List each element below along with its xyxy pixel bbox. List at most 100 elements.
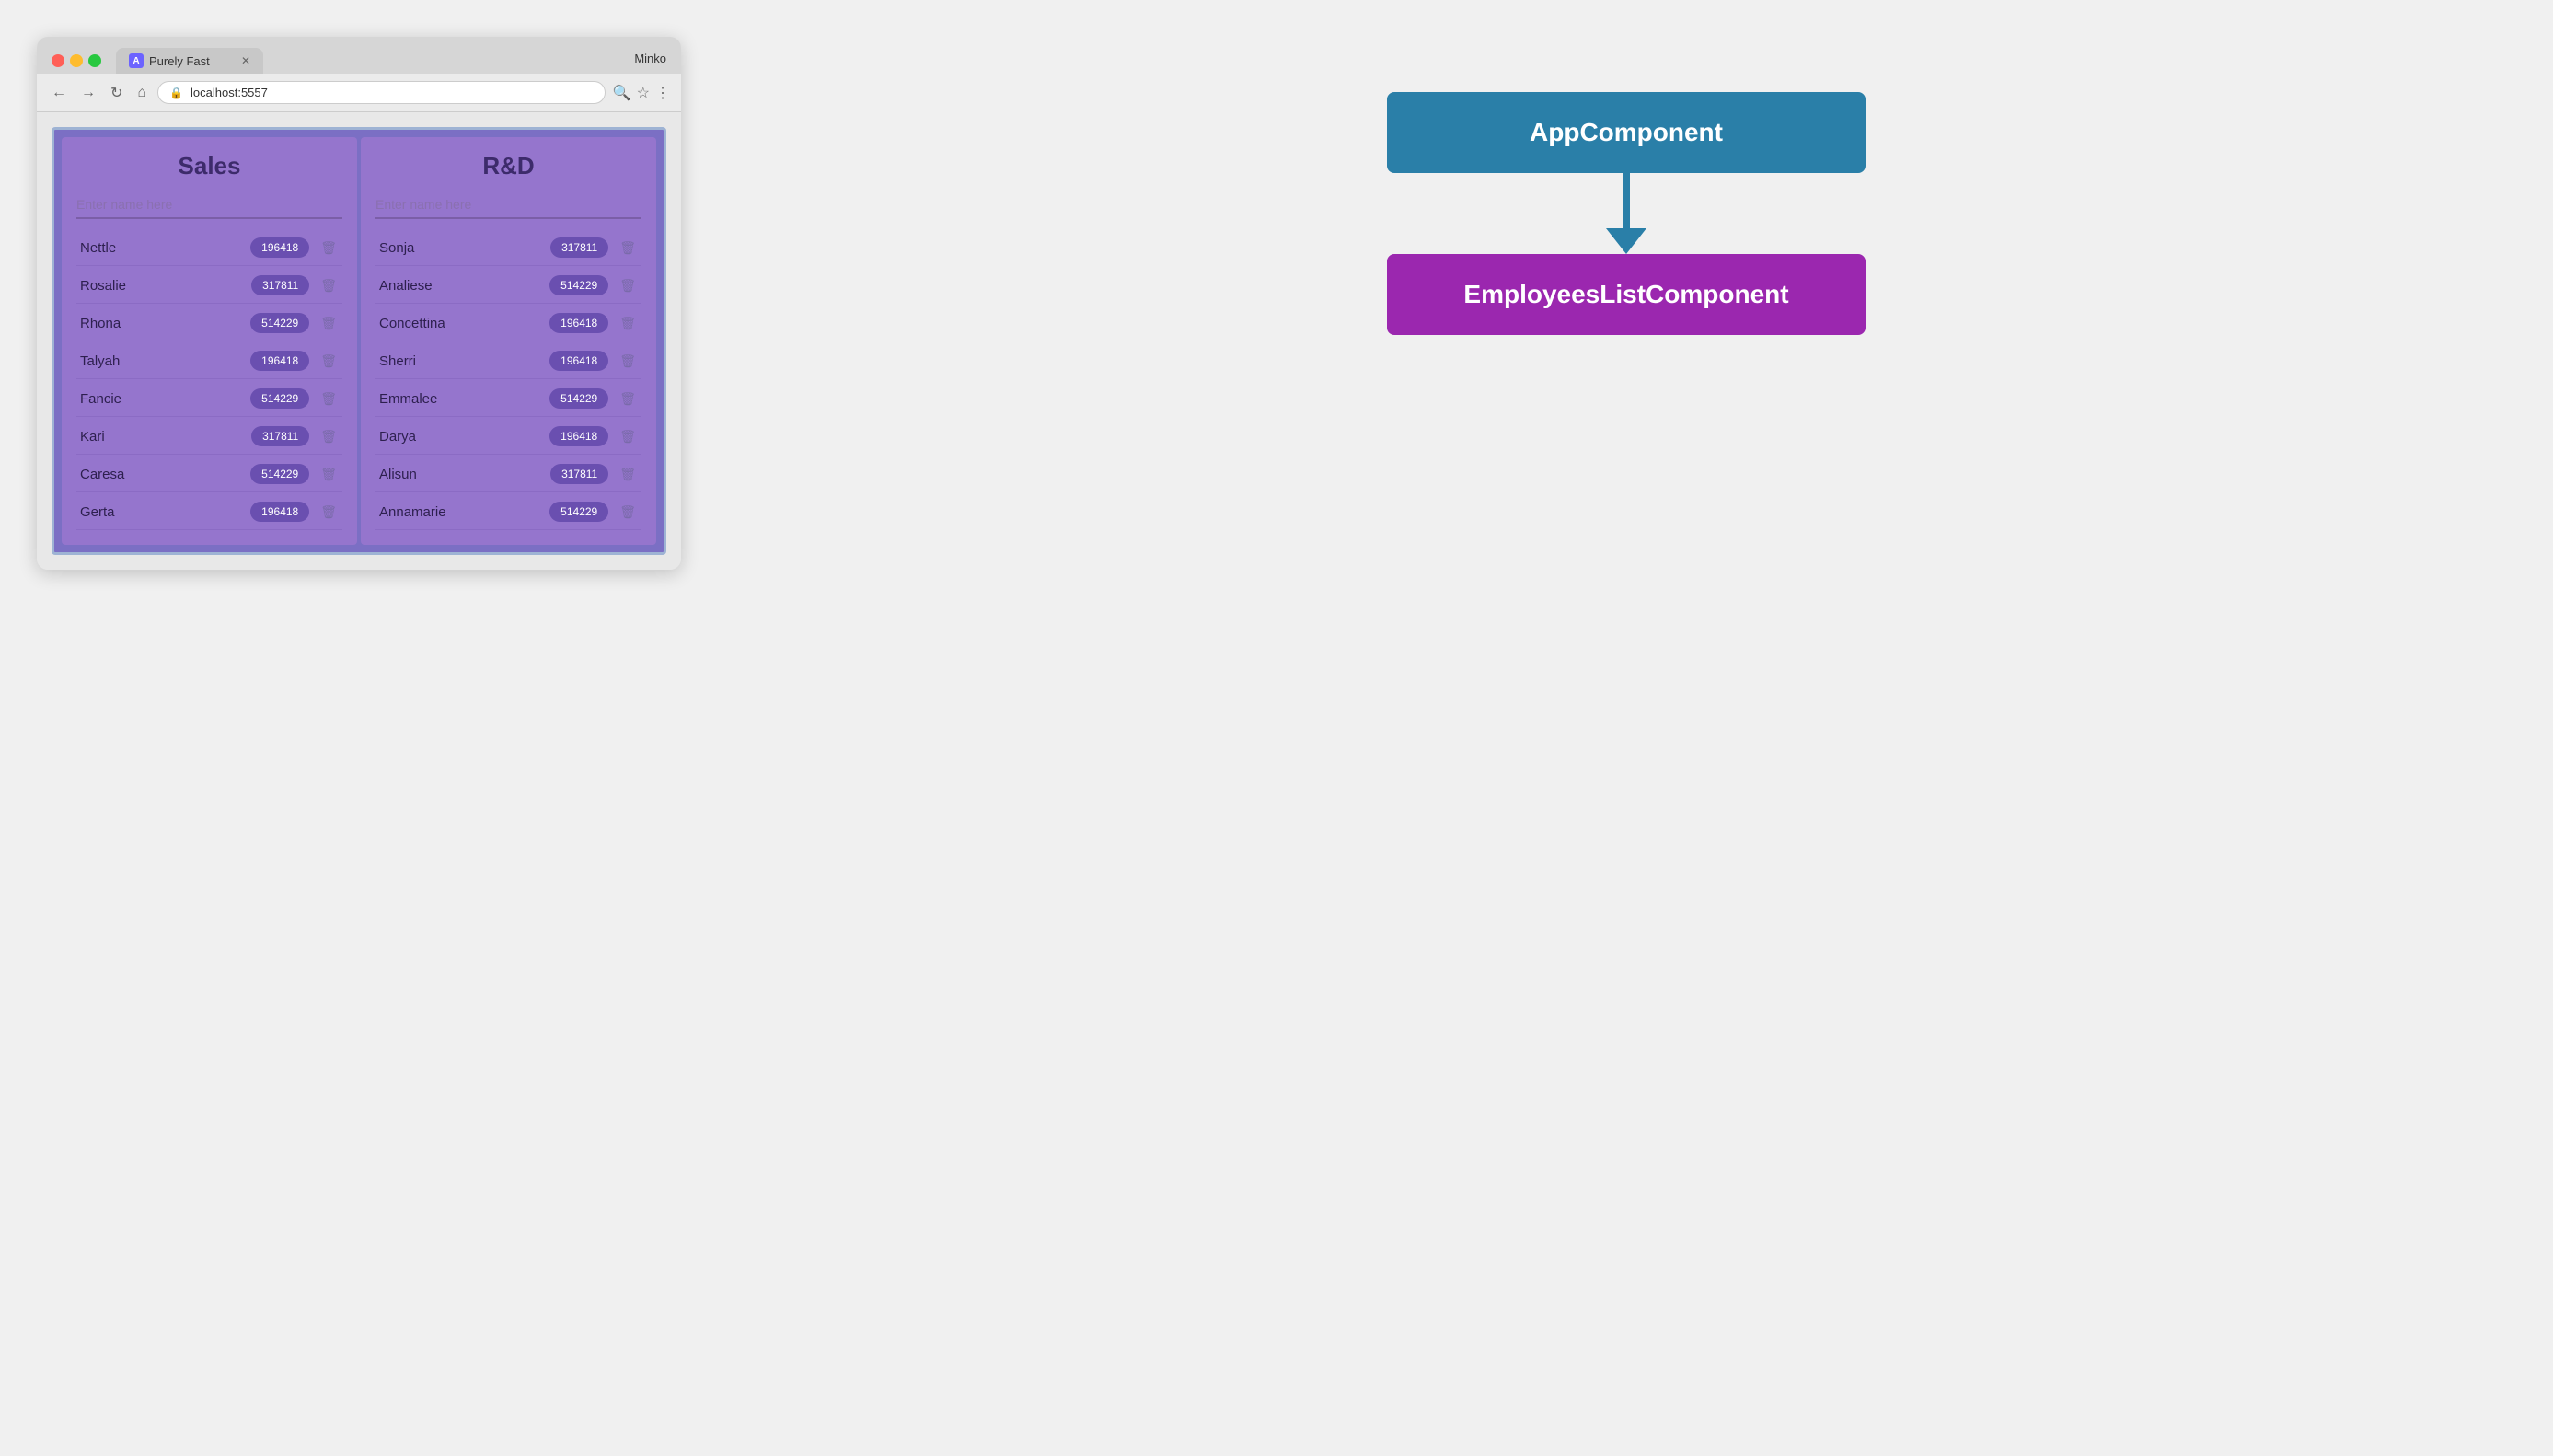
employee-id-badge: 317811: [550, 464, 608, 484]
delete-button[interactable]: 🗑: [618, 427, 638, 446]
app-component-box: AppComponent: [1387, 92, 1866, 173]
table-row: Sonja317811 🗑: [375, 230, 641, 266]
browser-titlebar: A Purely Fast ✕ Minko: [37, 37, 681, 74]
rnd-employee-list: Sonja317811🗑Analiese514229🗑Concettina196…: [375, 230, 641, 530]
maximize-button[interactable]: [88, 54, 101, 67]
tab-close-icon[interactable]: ✕: [241, 54, 250, 67]
employee-id-badge: 317811: [550, 237, 608, 258]
table-row: Emmalee514229 🗑: [375, 381, 641, 417]
delete-button[interactable]: 🗑: [618, 389, 638, 409]
employee-name: Annamarie: [379, 504, 549, 520]
toolbar-right: 🔍 ☆ ⋮: [613, 84, 670, 102]
lens-icon[interactable]: 🔍: [613, 84, 631, 102]
delete-button[interactable]: 🗑: [618, 276, 638, 295]
employee-id-badge: 514229: [549, 388, 608, 409]
employee-id-badge: 196418: [549, 351, 608, 371]
star-icon[interactable]: ☆: [637, 84, 650, 102]
employee-name: Gerta: [80, 504, 250, 520]
rnd-panel: R&D Sonja317811🗑Analiese514229🗑Concettin…: [361, 137, 656, 545]
employee-name: Caresa: [80, 467, 250, 482]
menu-icon[interactable]: ⋮: [655, 84, 670, 102]
employee-name: Rhona: [80, 316, 250, 331]
employee-name: Analiese: [379, 278, 549, 294]
employee-name: Rosalie: [80, 278, 251, 294]
employee-name: Kari: [80, 429, 251, 445]
employee-id-badge: 196418: [549, 426, 608, 446]
home-button[interactable]: ⌂: [133, 83, 150, 103]
employee-name: Concettina: [379, 316, 549, 331]
delete-button[interactable]: 🗑: [618, 238, 638, 258]
delete-button[interactable]: 🗑: [318, 503, 339, 522]
table-row: Rosalie317811 🗑: [76, 268, 342, 304]
sales-employee-list: Nettle196418🗑Rosalie317811🗑Rhona514229🗑T…: [76, 230, 342, 530]
employee-id-badge: 196418: [549, 313, 608, 333]
table-row: Fancie514229 🗑: [76, 381, 342, 417]
browser-window: A Purely Fast ✕ Minko ← → ↻ ⌂ 🔒 localhos…: [37, 37, 681, 570]
table-row: Gerta196418 🗑: [76, 494, 342, 530]
table-row: Rhona514229 🗑: [76, 306, 342, 341]
browser-user: Minko: [634, 52, 666, 71]
employee-id-badge: 317811: [251, 275, 309, 295]
tab-title: Purely Fast: [149, 54, 210, 68]
delete-button[interactable]: 🗑: [318, 389, 339, 409]
table-row: Darya196418 🗑: [375, 419, 641, 455]
employee-name: Emmalee: [379, 391, 549, 407]
back-button[interactable]: ←: [48, 83, 70, 103]
employee-id-badge: 196418: [250, 237, 309, 258]
delete-button[interactable]: 🗑: [618, 503, 638, 522]
table-row: Analiese514229 🗑: [375, 268, 641, 304]
forward-button[interactable]: →: [77, 83, 99, 103]
employees-list-component-box: EmployeesListComponent: [1387, 254, 1866, 335]
table-row: Kari317811 🗑: [76, 419, 342, 455]
tab-favicon: A: [129, 53, 144, 68]
employee-name: Sherri: [379, 353, 549, 369]
delete-button[interactable]: 🗑: [318, 352, 339, 371]
arrow-head: [1606, 228, 1646, 254]
sales-panel: Sales Nettle196418🗑Rosalie317811🗑Rhona51…: [62, 137, 357, 545]
employee-id-badge: 196418: [250, 502, 309, 522]
refresh-button[interactable]: ↻: [107, 82, 126, 104]
delete-button[interactable]: 🗑: [618, 314, 638, 333]
address-bar[interactable]: 🔒 localhost:5557: [157, 81, 606, 104]
employee-id-badge: 514229: [250, 313, 309, 333]
employee-name: Fancie: [80, 391, 250, 407]
table-row: Talyah196418🗑: [76, 343, 342, 379]
employee-name: Alisun: [379, 467, 550, 482]
url-text: localhost:5557: [191, 86, 268, 99]
browser-content: Sales Nettle196418🗑Rosalie317811🗑Rhona51…: [37, 112, 681, 570]
employee-id-badge: 514229: [549, 502, 608, 522]
browser-toolbar: ← → ↻ ⌂ 🔒 localhost:5557 🔍 ☆ ⋮: [37, 74, 681, 112]
diagram-arrow: [1606, 173, 1646, 254]
delete-button[interactable]: 🗑: [318, 238, 339, 258]
employee-id-badge: 514229: [250, 388, 309, 409]
table-row: Annamarie514229 🗑: [375, 494, 641, 530]
employees-component-label: EmployeesListComponent: [1463, 280, 1788, 308]
table-row: Caresa514229🗑: [76, 456, 342, 492]
delete-button[interactable]: 🗑: [318, 276, 339, 295]
employee-id-badge: 514229: [549, 275, 608, 295]
minimize-button[interactable]: [70, 54, 83, 67]
browser-tab[interactable]: A Purely Fast ✕: [116, 48, 263, 74]
employee-name: Talyah: [80, 353, 250, 369]
delete-button[interactable]: 🗑: [318, 465, 339, 484]
employee-id-badge: 317811: [251, 426, 309, 446]
employee-name: Nettle: [80, 240, 250, 256]
table-row: Nettle196418 🗑: [76, 230, 342, 266]
table-row: Concettina196418 🗑: [375, 306, 641, 341]
close-button[interactable]: [52, 54, 64, 67]
table-row: Sherri196418 🗑: [375, 343, 641, 379]
app-container: Sales Nettle196418🗑Rosalie317811🗑Rhona51…: [52, 127, 666, 555]
lock-icon: 🔒: [169, 87, 183, 99]
table-row: Alisun317811 🗑: [375, 456, 641, 492]
rnd-name-input[interactable]: [375, 191, 641, 219]
delete-button[interactable]: 🗑: [618, 465, 638, 484]
arrow-shaft: [1623, 173, 1630, 228]
delete-button[interactable]: 🗑: [318, 427, 339, 446]
sales-name-input[interactable]: [76, 191, 342, 219]
delete-button[interactable]: 🗑: [618, 352, 638, 371]
employee-name: Darya: [379, 429, 549, 445]
delete-button[interactable]: 🗑: [318, 314, 339, 333]
component-diagram: AppComponent EmployeesListComponent: [736, 37, 2516, 390]
employee-name: Sonja: [379, 240, 550, 256]
traffic-lights: [52, 54, 101, 67]
